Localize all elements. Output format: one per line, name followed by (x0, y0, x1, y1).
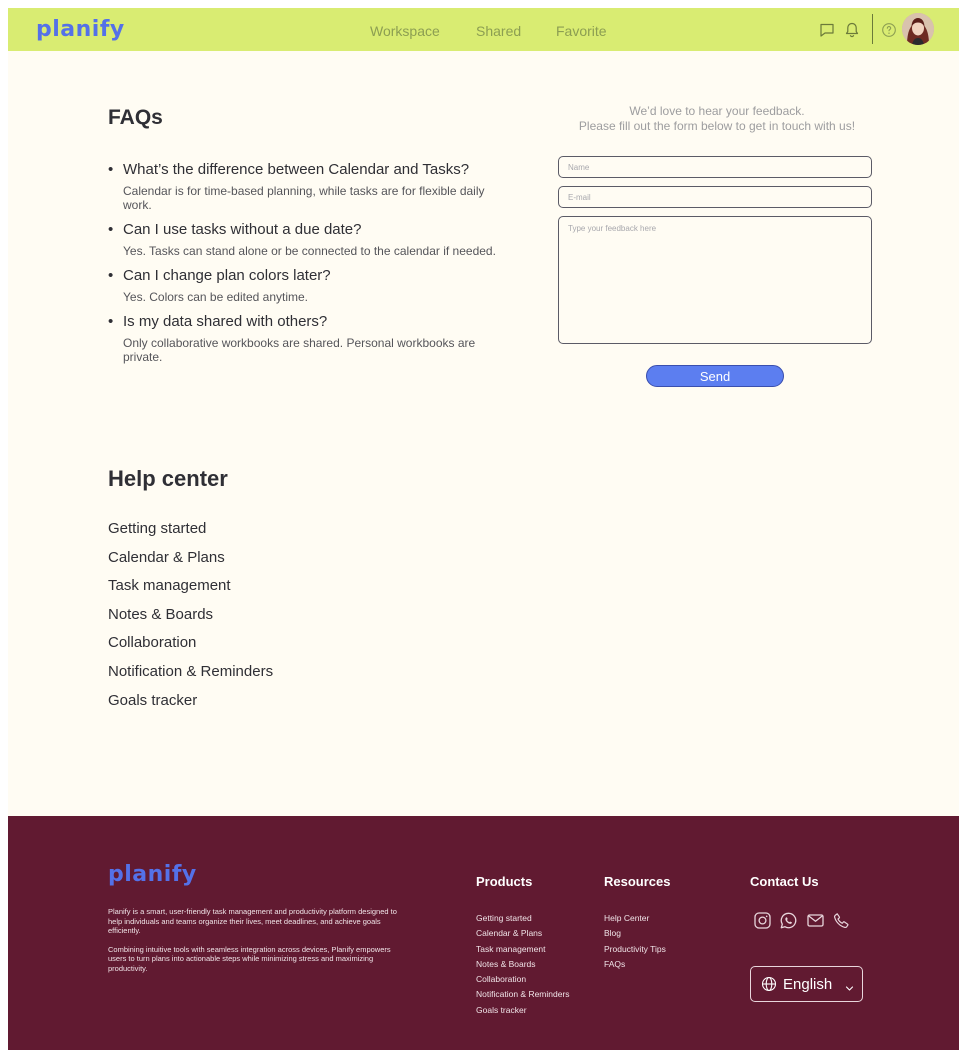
email-field[interactable] (558, 186, 872, 208)
faq-question[interactable]: Is my data shared with others? (123, 312, 498, 332)
faq-question[interactable]: Can I use tasks without a due date? (123, 220, 498, 240)
phone-icon[interactable] (832, 911, 851, 930)
footer-products-list: Getting started Calendar & Plans Task ma… (476, 913, 570, 1020)
faq-answer: Only collaborative workbooks are shared.… (123, 336, 476, 364)
chat-icon[interactable] (818, 21, 836, 39)
footer-link-blog[interactable]: Blog (604, 928, 666, 943)
chevron-down-icon (845, 980, 854, 991)
footer-link-notification-reminders[interactable]: Notification & Reminders (476, 989, 570, 1004)
help-link-calendar-plans[interactable]: Calendar & Plans (108, 549, 273, 578)
help-link-collaboration[interactable]: Collaboration (108, 634, 273, 663)
instagram-icon[interactable] (753, 911, 772, 930)
top-bar: planify Workspace Shared Favorite (8, 8, 959, 51)
footer-link-collaboration[interactable]: Collaboration (476, 974, 570, 989)
mail-icon[interactable] (806, 911, 825, 930)
footer-about-paragraph-1: Planify is a smart, user-friendly task m… (108, 907, 397, 935)
contact-icons (753, 911, 854, 935)
faq-answer: Yes. Tasks can stand alone or be connect… (123, 244, 496, 258)
footer-link-getting-started[interactable]: Getting started (476, 913, 570, 928)
send-button[interactable]: Send (646, 365, 784, 387)
nav-shared[interactable]: Shared (476, 23, 521, 39)
footer-link-help-center[interactable]: Help Center (604, 913, 666, 928)
help-link-notification-reminders[interactable]: Notification & Reminders (108, 663, 273, 692)
help-link-goals-tracker[interactable]: Goals tracker (108, 692, 273, 721)
help-link-task-management[interactable]: Task management (108, 577, 273, 606)
name-field[interactable] (558, 156, 872, 178)
footer-resources-title: Resources (604, 874, 671, 889)
footer-logo[interactable]: planify (108, 862, 197, 887)
faq-answer: Calendar is for time-based planning, whi… (123, 184, 485, 212)
bell-icon[interactable] (843, 21, 861, 39)
help-center-list: Getting started Calendar & Plans Task ma… (108, 520, 273, 720)
whatsapp-icon[interactable] (779, 911, 798, 930)
faq-question[interactable]: What’s the difference between Calendar a… (123, 160, 498, 180)
nav-favorite[interactable]: Favorite (556, 23, 607, 39)
faq-title: FAQs (108, 106, 163, 129)
nav-workspace[interactable]: Workspace (370, 23, 440, 39)
footer-link-goals-tracker[interactable]: Goals tracker (476, 1005, 570, 1020)
help-icon[interactable] (880, 21, 898, 39)
faq-item: Is my data shared with others? Only coll… (108, 312, 498, 364)
footer: planify Planify is a smart, user-friendl… (8, 816, 959, 1050)
footer-resources-list: Help Center Blog Productivity Tips FAQs (604, 913, 666, 974)
feedback-intro: We’d love to hear your feedback. Please … (556, 104, 878, 134)
globe-icon (761, 976, 777, 992)
footer-about: Planify is a smart, user-friendly task m… (108, 907, 398, 973)
feedback-intro-line-2: Please fill out the form below to get in… (578, 119, 856, 133)
footer-link-faqs[interactable]: FAQs (604, 959, 666, 974)
footer-contact-title: Contact Us (750, 874, 819, 889)
footer-link-notes-boards[interactable]: Notes & Boards (476, 959, 570, 974)
help-link-getting-started[interactable]: Getting started (108, 520, 273, 549)
faq-answer: Yes. Colors can be edited anytime. (123, 290, 308, 304)
footer-link-calendar-plans[interactable]: Calendar & Plans (476, 928, 570, 943)
faq-item: Can I use tasks without a due date? Yes.… (108, 220, 498, 258)
language-label: English (783, 976, 833, 993)
footer-link-productivity-tips[interactable]: Productivity Tips (604, 944, 666, 959)
brand-logo[interactable]: planify (36, 17, 125, 42)
avatar[interactable] (902, 13, 934, 45)
faq-question[interactable]: Can I change plan colors later? (123, 266, 498, 286)
page: planify Workspace Shared Favorite FAQs •… (8, 8, 959, 1050)
faq-item: Can I change plan colors later? Yes. Col… (108, 266, 498, 304)
faq-item: What’s the difference between Calendar a… (108, 160, 498, 212)
footer-about-paragraph-2: Combining intuitive tools with seamless … (108, 944, 391, 973)
footer-link-task-management[interactable]: Task management (476, 944, 570, 959)
header-divider (872, 14, 873, 44)
language-selector[interactable]: English (750, 966, 863, 1002)
footer-products-title: Products (476, 874, 533, 889)
help-link-notes-boards[interactable]: Notes & Boards (108, 606, 273, 635)
faq-list: What’s the difference between Calendar a… (108, 160, 498, 372)
feedback-intro-line-1: We’d love to hear your feedback. (629, 104, 805, 118)
help-center-title: Help center (108, 466, 228, 491)
feedback-textarea[interactable] (558, 216, 872, 344)
